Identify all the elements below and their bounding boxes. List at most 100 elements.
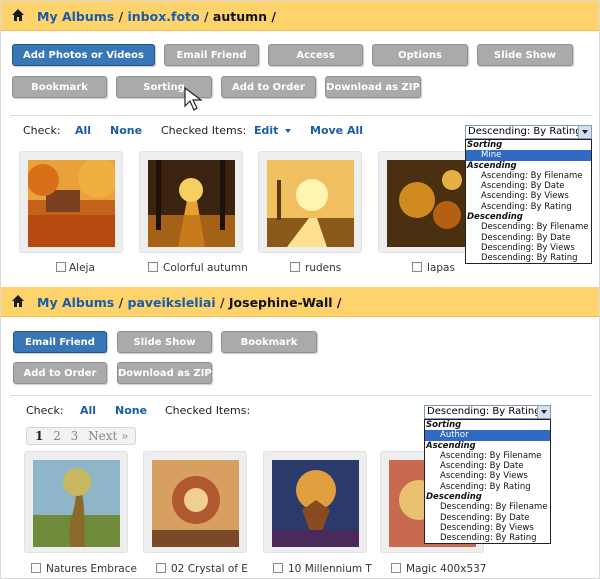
photo-image — [33, 460, 120, 547]
checked-items-label: Checked Items: — [161, 124, 247, 137]
download-zip-button[interactable]: Download as ZIP — [325, 76, 421, 98]
check-all-link[interactable]: All — [80, 404, 96, 417]
slide-show-button[interactable]: Slide Show — [117, 331, 212, 353]
bookmark-button[interactable]: Bookmark — [12, 76, 107, 98]
photo-image — [148, 160, 235, 247]
sort-option[interactable]: Descending: By Rating — [425, 533, 550, 543]
page-3-link[interactable]: 3 — [71, 428, 79, 444]
photo-image — [387, 160, 474, 247]
email-friend-button[interactable]: Email Friend — [164, 44, 259, 66]
photo-thumbnail[interactable] — [139, 151, 243, 253]
sort-option[interactable]: Descending: By Rating — [466, 253, 591, 263]
option-group-label: Ascending — [426, 440, 476, 451]
sort-option[interactable]: Ascending: By Date — [466, 181, 591, 191]
sort-option[interactable]: Descending: By Date — [466, 233, 591, 243]
album1-breadcrumb-bar: My Albums / inbox.foto / autumn / — [1, 1, 599, 31]
select-arrow-icon[interactable] — [537, 406, 550, 418]
photo-caption: 10 Millennium T — [288, 563, 372, 575]
sort-option-author[interactable]: Author — [425, 430, 550, 441]
add-to-order-button[interactable]: Add to Order — [221, 76, 316, 98]
sort-option[interactable]: Ascending: By Filename — [466, 171, 591, 181]
photo-checkbox[interactable] — [412, 262, 422, 272]
move-all-link[interactable]: Move All — [310, 124, 363, 137]
edit-dropdown-icon[interactable] — [285, 129, 291, 133]
photo-checkbox[interactable] — [148, 262, 158, 272]
sort-option[interactable]: Ascending: By Filename — [425, 451, 550, 461]
photo-caption: Natures Embrace — [46, 563, 137, 575]
check-none-link[interactable]: None — [115, 404, 147, 417]
album2-breadcrumb-bar: My Albums / paveiksleliai / Josephine-Wa… — [1, 287, 599, 317]
sort-option[interactable]: Ascending: By Views — [425, 471, 550, 481]
photo-checkbox[interactable] — [156, 563, 166, 573]
photo-thumbnail[interactable] — [258, 151, 362, 253]
photo-caption: Colorful autumn — [163, 262, 248, 274]
breadcrumb-separator: / — [332, 295, 342, 310]
option-group-label: Sorting — [467, 140, 503, 150]
options-button[interactable]: Options — [372, 44, 468, 66]
sort-option[interactable]: Descending: By Filename — [425, 502, 550, 512]
sort-option[interactable]: Ascending: By Rating — [466, 202, 591, 212]
check-none-link[interactable]: None — [110, 124, 142, 137]
bookmark-button[interactable]: Bookmark — [221, 331, 317, 353]
breadcrumb-my-albums[interactable]: My Albums — [37, 295, 114, 310]
breadcrumb-my-albums[interactable]: My Albums — [37, 9, 114, 24]
photo-checkbox[interactable] — [56, 262, 66, 272]
photo-image — [272, 460, 359, 547]
add-photos-button[interactable]: Add Photos or Videos — [12, 44, 155, 66]
sort-select[interactable]: Descending: By Rating — [465, 125, 592, 139]
photo-image — [267, 160, 354, 247]
add-to-order-button[interactable]: Add to Order — [13, 362, 107, 384]
next-page-link[interactable]: Next » — [88, 428, 128, 444]
sort-option[interactable]: Descending: By Views — [425, 523, 550, 533]
photo-caption: lapas — [427, 262, 455, 274]
slide-show-button[interactable]: Slide Show — [477, 44, 573, 66]
sort-select-value: Descending: By Rating — [468, 126, 582, 137]
breadcrumb-separator: / — [114, 9, 128, 24]
home-icon[interactable] — [11, 8, 25, 22]
photo-caption: Magic 400x537 — [406, 563, 487, 575]
photo-checkbox[interactable] — [31, 563, 41, 573]
photo-thumbnail[interactable] — [24, 451, 128, 553]
option-group-label: Sorting — [426, 420, 462, 430]
photo-image — [28, 160, 115, 247]
photo-caption: Aleja — [69, 262, 95, 274]
sort-option[interactable]: Ascending: By Date — [425, 461, 550, 471]
sort-option[interactable]: Descending: By Views — [466, 243, 591, 253]
checked-items-label: Checked Items: — [165, 404, 251, 417]
breadcrumb-separator: / — [199, 9, 213, 24]
photo-caption: 02 Crystal of E — [171, 563, 248, 575]
photo-caption: rudens — [305, 262, 342, 274]
sort-select-value: Descending: By Rating — [427, 406, 541, 417]
breadcrumb-folder[interactable]: inbox.foto — [128, 9, 200, 24]
check-all-link[interactable]: All — [75, 124, 91, 137]
sort-option-mine[interactable]: Mine — [466, 150, 591, 161]
photo-thumbnail[interactable] — [263, 451, 367, 553]
page-2-link[interactable]: 2 — [53, 428, 61, 444]
photo-thumbnail[interactable] — [143, 451, 247, 553]
cursor-icon — [184, 86, 203, 111]
sort-option[interactable]: Descending: By Filename — [466, 222, 591, 232]
divider — [10, 115, 592, 116]
edit-menu-link[interactable]: Edit — [254, 124, 278, 137]
select-arrow-icon[interactable] — [578, 126, 591, 138]
home-icon[interactable] — [11, 294, 25, 308]
photo-checkbox[interactable] — [273, 563, 283, 573]
photo-checkbox[interactable] — [391, 563, 401, 573]
breadcrumb-folder[interactable]: paveiksleliai — [128, 295, 216, 310]
page-1-link[interactable]: 1 — [35, 428, 43, 444]
divider — [10, 395, 592, 396]
sort-option[interactable]: Ascending: By Views — [466, 191, 591, 201]
sort-option[interactable]: Ascending: By Rating — [425, 482, 550, 492]
download-zip-button[interactable]: Download as ZIP — [117, 362, 212, 384]
breadcrumb: My Albums / paveiksleliai / Josephine-Wa… — [37, 295, 341, 311]
sort-option[interactable]: Descending: By Date — [425, 513, 550, 523]
access-button[interactable]: Access — [268, 44, 363, 66]
email-friend-button[interactable]: Email Friend — [13, 331, 107, 353]
option-group-label: Descending — [426, 492, 482, 503]
photo-image — [152, 460, 239, 547]
photo-checkbox[interactable] — [290, 262, 300, 272]
option-group-label: Ascending — [467, 160, 517, 171]
sort-select[interactable]: Descending: By Rating — [424, 405, 551, 419]
check-label: Check: — [26, 404, 64, 417]
photo-thumbnail[interactable] — [19, 151, 123, 253]
